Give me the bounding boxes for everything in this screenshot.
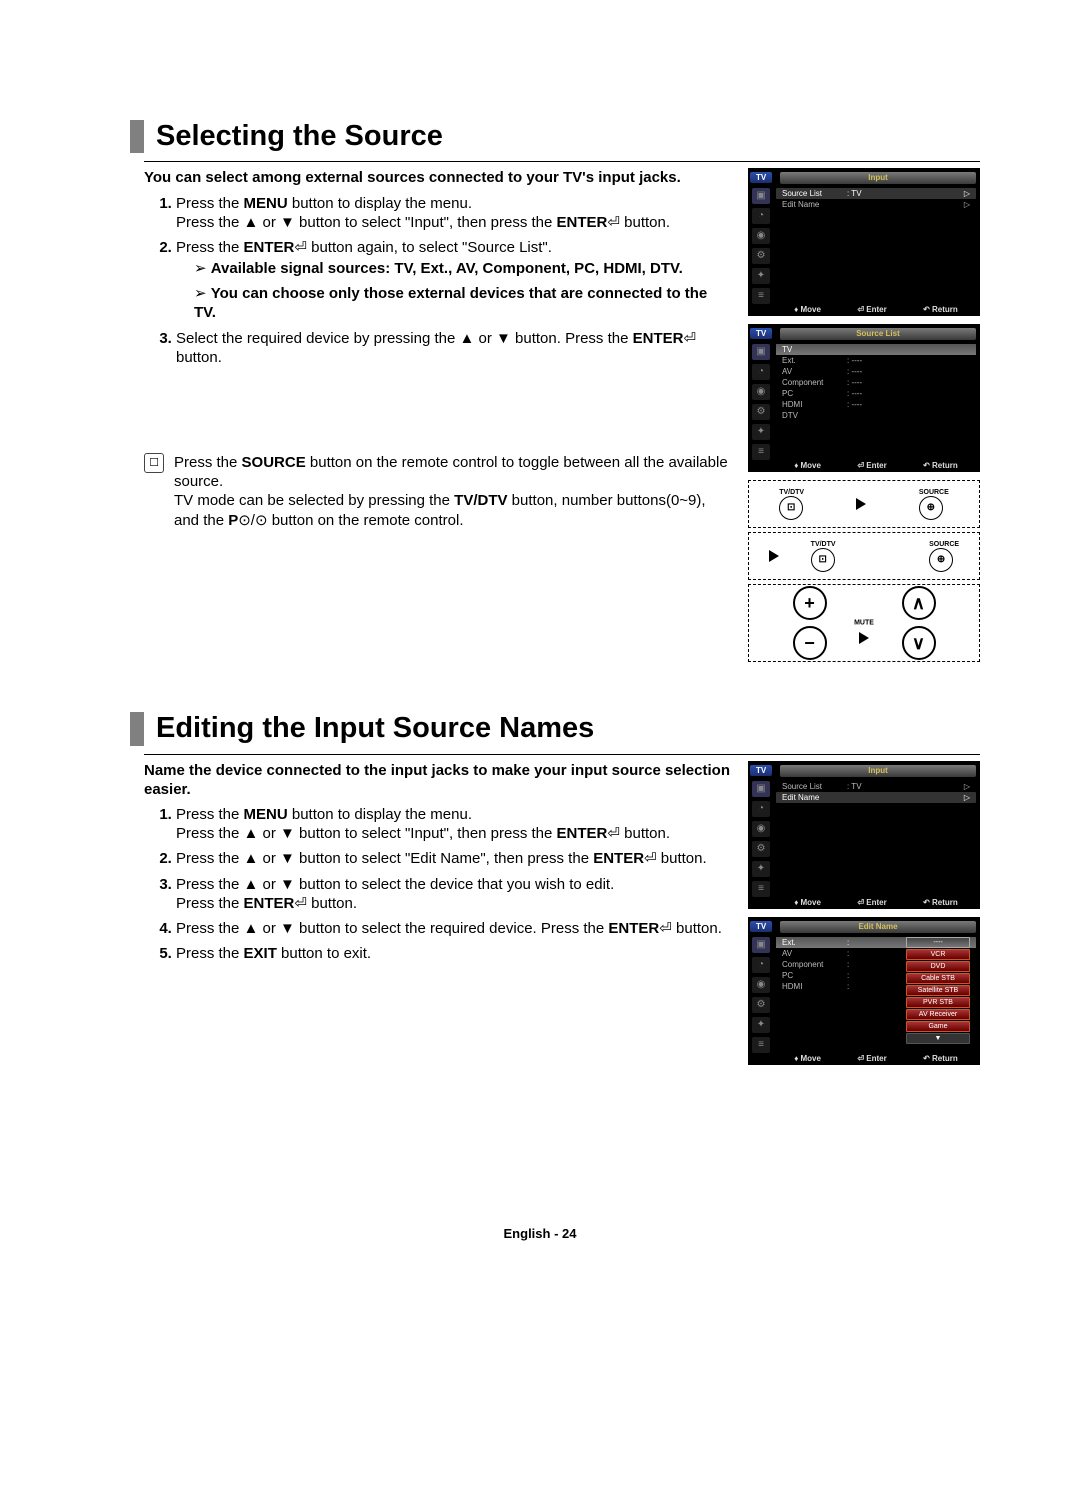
s2-step-4: Press the ▲ or ▼ button to select the re… <box>176 919 732 938</box>
section2-steps: Press the MENU button to display the men… <box>144 805 732 963</box>
remote-diagram-3: + − MUTE ∧ ∨ <box>748 584 980 662</box>
remote-note: ☐ Press the SOURCE button on the remote … <box>144 453 732 530</box>
remote-icon: ☐ <box>144 453 164 473</box>
osd-edit-name: TV Edit Name ▣◔◉⚙✦≡ Ext.: AV: Component:… <box>748 917 980 1065</box>
remote-diagram-1: TV/DTV⊡ SOURCE⊕ <box>748 480 980 528</box>
section2-intro: Name the device connected to the input j… <box>144 761 732 799</box>
s2-step-2: Press the ▲ or ▼ button to select "Edit … <box>176 849 732 868</box>
section-title-editing-names: Editing the Input Source Names <box>130 712 980 745</box>
section1-steps: Press the MENU button to display the men… <box>144 194 732 368</box>
s2-step-3: Press the ▲ or ▼ button to select the de… <box>176 875 732 913</box>
arrow-right-icon <box>769 550 779 562</box>
step-2: Press the ENTER⏎ button again, to select… <box>176 238 732 323</box>
section2-screens: TV Input ▣◔◉⚙✦≡ Source List: TV▷ Edit Na… <box>748 761 980 1073</box>
osd-input: TV Input ▣◔◉⚙✦≡ Source List: TV▷ Edit Na… <box>748 168 980 316</box>
s2-step-5: Press the EXIT button to exit. <box>176 944 732 963</box>
arrow-right-icon <box>859 632 869 644</box>
arrow-right-icon <box>856 498 866 510</box>
divider <box>144 754 980 755</box>
page-footer: English - 24 <box>0 1226 1080 1241</box>
osd-source-list: TV Source List ▣◔◉⚙✦≡ TV Ext.: ---- AV: … <box>748 324 980 472</box>
divider <box>144 161 980 162</box>
section-title-selecting-source: Selecting the Source <box>130 120 980 153</box>
section1-text: You can select among external sources co… <box>144 168 732 662</box>
step-3: Select the required device by pressing t… <box>176 329 732 367</box>
s2-step-1: Press the MENU button to display the men… <box>176 805 732 843</box>
step-1: Press the MENU button to display the men… <box>176 194 732 232</box>
step2-sub2: You can choose only those external devic… <box>194 284 732 322</box>
section2-text: Name the device connected to the input j… <box>144 761 732 1073</box>
osd-side-icons: ▣◔◉⚙✦≡ <box>752 188 770 304</box>
osd-input-2: TV Input ▣◔◉⚙✦≡ Source List: TV▷ Edit Na… <box>748 761 980 909</box>
remote-diagram-2: TV/DTV⊡ SOURCE⊕ <box>748 532 980 580</box>
section1-intro: You can select among external sources co… <box>144 168 732 187</box>
manual-page: Selecting the Source You can select amon… <box>0 0 1080 1486</box>
step2-sub1: Available signal sources: TV, Ext., AV, … <box>194 259 732 278</box>
section1-screens: TV Input ▣◔◉⚙✦≡ Source List: TV▷ Edit Na… <box>748 168 980 662</box>
